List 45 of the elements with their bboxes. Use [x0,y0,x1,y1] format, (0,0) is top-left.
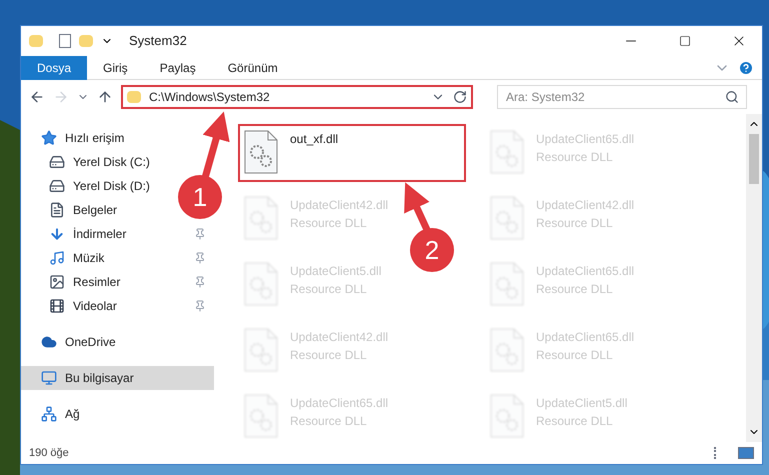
sidebar-item[interactable]: Müzik [49,246,104,270]
drive-icon [49,178,65,194]
sidebar-item[interactable]: Ağ [21,402,214,426]
sidebar-item[interactable]: Hızlı erişim [21,126,214,150]
music-note-icon [49,250,65,266]
sidebar-item[interactable]: Yerel Disk (D:) [49,174,150,198]
picture-icon [49,274,65,290]
file-name: out_xf.dll [290,131,338,148]
address-field[interactable]: C:\Windows\System32 [121,85,473,109]
sidebar-item[interactable]: Resimler [49,270,120,294]
pin-icon[interactable] [194,300,206,312]
sidebar-item[interactable]: İndirmeler [49,222,126,246]
sidebar-item[interactable]: Belgeler [49,198,118,222]
up-icon[interactable] [97,89,113,105]
network-icon [41,406,57,422]
window-title: System32 [129,32,187,50]
ribbon-tab[interactable]: Giriş [87,56,144,80]
folder-icon [127,91,141,103]
ribbon-tab[interactable]: Paylaş [144,56,212,80]
sidebar-item[interactable]: Bu bilgisayar [21,366,214,390]
refresh-icon[interactable] [453,90,467,104]
maximize-icon[interactable] [679,35,691,47]
pin-icon[interactable] [194,228,206,240]
sidebar-item[interactable]: Yerel Disk (C:) [49,150,150,174]
cloud-icon [41,334,57,350]
gear-file-icon [244,130,278,174]
help-icon[interactable] [738,60,754,76]
pin-icon[interactable] [194,276,206,288]
scrollbar-thumb[interactable] [749,134,759,184]
file-item[interactable]: out_xf.dll [238,124,466,182]
arrow [202,112,230,179]
document-icon [49,202,65,218]
status-count: 190 öğe [29,446,69,461]
drive-icon [49,154,65,170]
search-icon [725,90,739,104]
sidebar-item[interactable]: Videolar [49,294,117,318]
search-field[interactable]: Ara: System32 [497,85,747,109]
star-icon [41,130,57,146]
properties-icon[interactable] [59,34,71,48]
film-icon [49,298,65,314]
sidebar-item[interactable]: OneDrive [21,330,214,354]
pin-icon[interactable] [194,252,206,264]
back-icon[interactable] [29,89,45,105]
ribbon-tab[interactable]: Görünüm [212,56,294,80]
monitor-icon [41,370,57,386]
